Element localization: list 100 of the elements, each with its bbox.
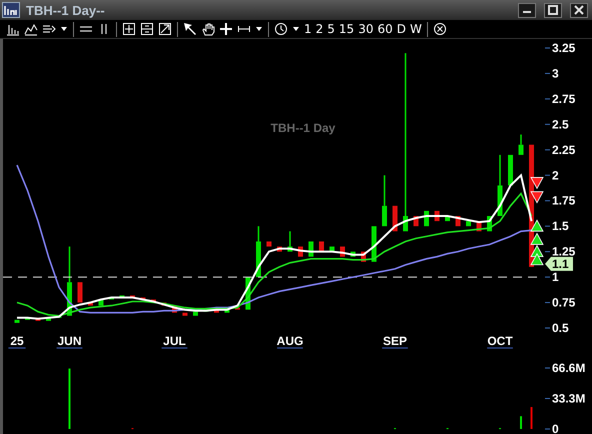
candle: [382, 175, 387, 226]
month-label: JUN: [56, 334, 83, 348]
month-label: 25: [8, 334, 26, 348]
candle: [98, 300, 104, 306]
candle: [78, 282, 82, 303]
axis-label: 66.6M: [544, 361, 586, 375]
y-tick-label: 2.5: [552, 117, 570, 132]
maximize-icon: [548, 5, 558, 15]
candle: [424, 210, 429, 226]
candle: [266, 241, 272, 247]
timeframe-button[interactable]: D: [394, 21, 408, 37]
month-label: JUL: [161, 334, 188, 348]
close-button[interactable]: [570, 2, 588, 18]
y-tick-label: 1: [552, 270, 559, 284]
y-tick-label: 2.75: [552, 92, 576, 106]
y-tick-label: 0.75: [552, 296, 576, 310]
candle: [235, 308, 240, 310]
fit-icon[interactable]: [138, 21, 156, 37]
up-triangle-icon: [530, 232, 544, 245]
candle: [308, 241, 314, 257]
month-label: OCT: [486, 334, 514, 348]
timeframe-button[interactable]: W: [408, 21, 424, 37]
maximize-button[interactable]: [544, 2, 562, 18]
candle: [392, 206, 398, 232]
candle: [182, 312, 188, 316]
candle: [288, 231, 292, 252]
chart-title: TBH--1 Day: [270, 121, 336, 135]
candle: [350, 252, 356, 257]
candle: [193, 312, 198, 316]
candle: [256, 226, 261, 278]
axis-label: 3.25: [544, 41, 576, 55]
clock-icon[interactable]: [272, 21, 290, 37]
candle: [151, 300, 156, 303]
candle: [109, 297, 114, 300]
axis-label: 2.25: [544, 142, 576, 157]
candle: [340, 246, 345, 257]
candle: [130, 295, 135, 298]
axis-label: 1: [544, 270, 559, 284]
candle: [319, 241, 324, 252]
candle: [476, 221, 482, 232]
up-triangle-icon: [530, 252, 544, 266]
candle: [67, 246, 72, 316]
window-title: TBH--1 Day--: [26, 2, 106, 18]
y-tick-label: 2: [552, 168, 559, 182]
candle: [434, 210, 440, 222]
y-tick-label: 1.75: [552, 194, 576, 208]
axis-label: 1.25: [544, 244, 576, 259]
candle: [372, 226, 376, 262]
bar-chart-icon[interactable]: [2, 2, 20, 18]
y-tick-label: 3.25: [552, 41, 576, 55]
candle: [120, 295, 124, 298]
candle: [456, 216, 460, 226]
timeframe-button[interactable]: 60: [375, 21, 395, 37]
candle: [361, 252, 366, 262]
zoom-in-icon[interactable]: [120, 21, 138, 37]
candle: [298, 246, 303, 257]
price-label: 1.1: [545, 256, 573, 271]
timeframe-button[interactable]: 1: [302, 21, 314, 37]
candle: [246, 277, 250, 310]
candle: [508, 154, 513, 186]
zoom-out-icon[interactable]: [156, 21, 174, 37]
candle: [36, 318, 40, 321]
timeframe-button[interactable]: 5: [325, 21, 337, 37]
timeframe-button[interactable]: 30: [356, 21, 376, 37]
axis-label: 1.75: [544, 194, 576, 208]
axis-label: 33.3M: [544, 392, 586, 406]
candle: [518, 134, 524, 155]
pointer-icon[interactable]: [181, 21, 199, 37]
up-triangle-icon: [530, 219, 544, 232]
axis-label: 1.5: [544, 219, 569, 234]
candle: [46, 318, 51, 321]
axis-label: 0: [544, 422, 559, 434]
timeframe-button[interactable]: 15: [336, 21, 356, 37]
month-label: SEP: [382, 334, 408, 348]
y-tick-label: 33.3M: [552, 392, 586, 406]
axis-label: 2.5: [544, 117, 569, 132]
candle: [414, 216, 418, 226]
timeframe-button[interactable]: 2: [314, 21, 326, 37]
axis-label: 3: [544, 66, 559, 80]
candle: [498, 154, 502, 216]
candle: [445, 216, 450, 222]
candle: [140, 297, 146, 300]
axis-label: 0.75: [544, 296, 576, 310]
axis-label: 0.5: [544, 321, 569, 335]
close-icon: [574, 5, 584, 15]
y-tick-label: 66.6M: [552, 361, 586, 375]
y-tick-label: 0: [552, 422, 559, 434]
candle: [56, 316, 62, 318]
candle: [487, 216, 492, 232]
y-tick-label: 2.25: [552, 142, 576, 157]
candle: [466, 221, 471, 226]
candle: [162, 302, 166, 306]
x-tick-label: 25: [10, 334, 24, 348]
down-triangle-icon: [530, 191, 544, 204]
candle: [277, 246, 282, 252]
crosshair-icon[interactable]: [217, 21, 235, 37]
minimize-button[interactable]: [518, 2, 536, 18]
month-label: AUG: [276, 334, 304, 348]
candle: [214, 310, 219, 313]
down-triangle-icon: [530, 177, 544, 190]
